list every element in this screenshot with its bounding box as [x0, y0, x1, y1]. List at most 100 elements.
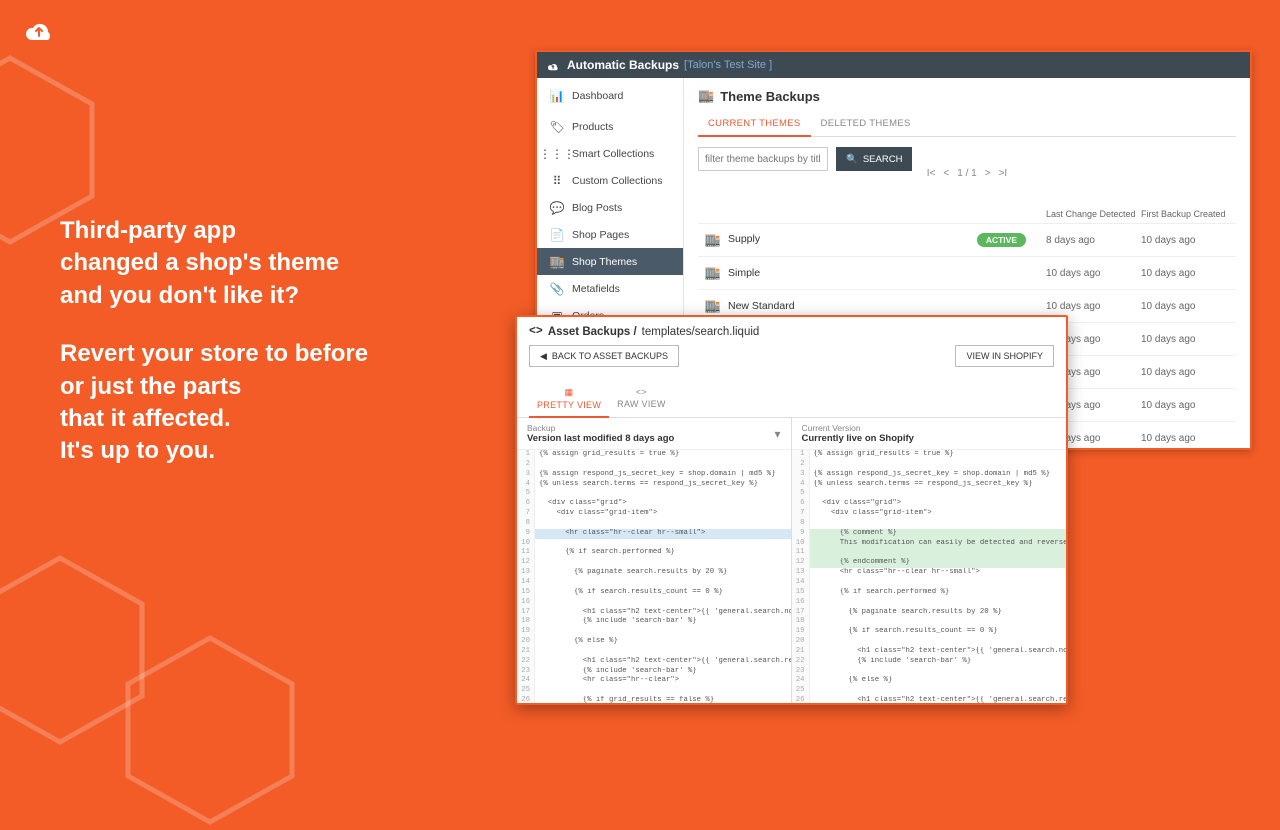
code-line: 25 [792, 686, 1067, 696]
code-line: 2 [792, 460, 1067, 470]
code-line: 1{% assign grid_results = true %} [517, 450, 791, 460]
code-line: 18 {% include 'search-bar' %} [517, 617, 791, 627]
code-line: 5 [517, 489, 791, 499]
page-icon: 📄 [547, 228, 567, 242]
table-header: Last Change Detected First Backup Create… [698, 205, 1236, 224]
code-icon: <> [636, 387, 647, 397]
code-line: 11 {% if search.performed %} [517, 548, 791, 558]
code-line: 2 [517, 460, 791, 470]
code-line: 17 <h1 class="h2 text-center">{{ 'genera… [517, 608, 791, 618]
code-line: 18 [792, 617, 1067, 627]
chevron-down-icon: ▾ [774, 427, 780, 441]
diff-right-pane: Current VersionCurrently live on Shopify… [792, 418, 1067, 705]
code-line: 9 <hr class="hr--clear hr--small"> [517, 529, 791, 539]
code-line: 14 [517, 578, 791, 588]
code-line: 6 <div class="grid"> [792, 499, 1067, 509]
clip-icon: 📎 [547, 282, 567, 296]
breadcrumb: <> Asset Backups / templates/search.liqu… [529, 325, 1054, 338]
table-row[interactable]: 🏬Simple10 days ago10 days ago [698, 257, 1236, 290]
sidebar-item-metafields[interactable]: 📎Metafields [537, 275, 683, 302]
code-line: 1{% assign grid_results = true %} [792, 450, 1067, 460]
code-line: 12 [517, 558, 791, 568]
store-icon: 🏬 [547, 255, 567, 269]
code-line: 26 {% if grid_results == false %} [517, 696, 791, 705]
page-prev-icon[interactable]: < [943, 168, 949, 179]
code-line: 3{% assign respond_js_secret_key = shop.… [792, 470, 1067, 480]
bars-icon: 📊 [547, 89, 567, 103]
code-line: 10 [517, 539, 791, 549]
code-line: 11 [792, 548, 1067, 558]
code-line: 6 <div class="grid"> [517, 499, 791, 509]
tab-current-themes[interactable]: CURRENT THEMES [698, 112, 811, 137]
code-line: 10 This modification can easily be detec… [792, 539, 1067, 549]
pager: I< < 1 / 1 > >I [927, 168, 1007, 179]
code-line: 7 <div class="grid-item"> [792, 509, 1067, 519]
code-line: 19 [517, 627, 791, 637]
image-icon: ▦ [565, 387, 574, 398]
code-icon: <> [529, 325, 543, 338]
code-line: 22 <h1 class="h2 text-center">{{ 'genera… [517, 657, 791, 667]
code-line: 15 {% if search.performed %} [792, 588, 1067, 598]
code-line: 13 {% paginate search.results by 20 %} [517, 568, 791, 578]
code-line: 19 {% if search.results_count == 0 %} [792, 627, 1067, 637]
diff-left-pane: BackupVersion last modified 8 days ago ▾… [517, 418, 792, 705]
code-line: 4{% unless search.terms == respond_js_se… [792, 480, 1067, 490]
code-line: 21 [517, 647, 791, 657]
store-icon: 🏬 [698, 232, 728, 248]
code-line: 8 [517, 519, 791, 529]
hex-decoration [120, 630, 300, 830]
sidebar-item-custom-collections[interactable]: ⠿Custom Collections [537, 167, 683, 194]
search-button[interactable]: 🔍SEARCH [836, 147, 912, 171]
tab-raw-view[interactable]: <>RAW VIEW [609, 381, 674, 417]
cloud-upload-logo [18, 10, 60, 42]
sidebar-item-dashboard[interactable]: 📊Dashboard [537, 78, 683, 113]
code-line: 14 [792, 578, 1067, 588]
search-icon: 🔍 [846, 154, 858, 165]
marketing-copy: Third-party app changed a shop's theme a… [60, 215, 368, 494]
table-row[interactable]: 🏬SupplyACTIVE8 days ago10 days ago [698, 224, 1236, 257]
code-line: 16 [792, 598, 1067, 608]
code-line: 7 <div class="grid-item"> [517, 509, 791, 519]
tab-deleted-themes[interactable]: DELETED THEMES [811, 112, 921, 136]
code-line: 23 [792, 667, 1067, 677]
store-icon: 🏬 [698, 88, 714, 104]
code-line: 22 {% include 'search-bar' %} [792, 657, 1067, 667]
code-line: 21 <h1 class="h2 text-center">{{ 'genera… [792, 647, 1067, 657]
sidebar-item-blog-posts[interactable]: 💬Blog Posts [537, 194, 683, 221]
sidebar-item-smart-collections[interactable]: ⋮⋮⋮Smart Collections [537, 140, 683, 167]
sidebar-item-shop-themes[interactable]: 🏬Shop Themes [537, 248, 683, 275]
code-line: 3{% assign respond_js_secret_key = shop.… [517, 470, 791, 480]
page-next-icon[interactable]: > [985, 168, 991, 179]
tabs: CURRENT THEMES DELETED THEMES [698, 112, 1236, 137]
caret-left-icon: ◀ [540, 351, 547, 362]
view-in-shopify-button[interactable]: VIEW IN SHOPIFY [955, 345, 1054, 367]
app-titlebar: Automatic Backups [Talon's Test Site ] [537, 52, 1250, 78]
code-line: 13 <hr class="hr--clear hr--small"> [792, 568, 1067, 578]
version-selector[interactable]: BackupVersion last modified 8 days ago ▾ [517, 418, 791, 450]
store-icon: 🏬 [698, 265, 728, 281]
code-line: 24 {% else %} [792, 676, 1067, 686]
search-input[interactable] [698, 147, 828, 171]
tab-pretty-view[interactable]: ▦PRETTY VIEW [529, 381, 609, 418]
page-first-icon[interactable]: I< [927, 168, 936, 179]
code-line: 16 [517, 598, 791, 608]
sidebar-item-shop-pages[interactable]: 📄Shop Pages [537, 221, 683, 248]
code-line: 8 [792, 519, 1067, 529]
code-line: 25 [517, 686, 791, 696]
code-line: 4{% unless search.terms == respond_js_se… [517, 480, 791, 490]
code-line: 24 <hr class="hr--clear"> [517, 676, 791, 686]
sidebar-item-products[interactable]: 🏷Products [537, 113, 683, 140]
page-last-icon[interactable]: >I [999, 168, 1008, 179]
back-button[interactable]: ◀BACK TO ASSET BACKUPS [529, 345, 679, 367]
code-line: 26 <h1 class="h2 text-center">{{ 'genera… [792, 696, 1067, 705]
code-line: 5 [792, 489, 1067, 499]
grid3-icon: ⋮⋮⋮ [547, 147, 567, 161]
code-line: 20 [792, 637, 1067, 647]
code-line: 12 {% endcomment %} [792, 558, 1067, 568]
tag-icon: 🏷 [547, 120, 567, 134]
grid4-icon: ⠿ [547, 174, 567, 188]
code-line: 9 {% comment %} [792, 529, 1067, 539]
chat-icon: 💬 [547, 201, 567, 215]
active-badge: ACTIVE [977, 233, 1026, 247]
code-line: 20 {% else %} [517, 637, 791, 647]
